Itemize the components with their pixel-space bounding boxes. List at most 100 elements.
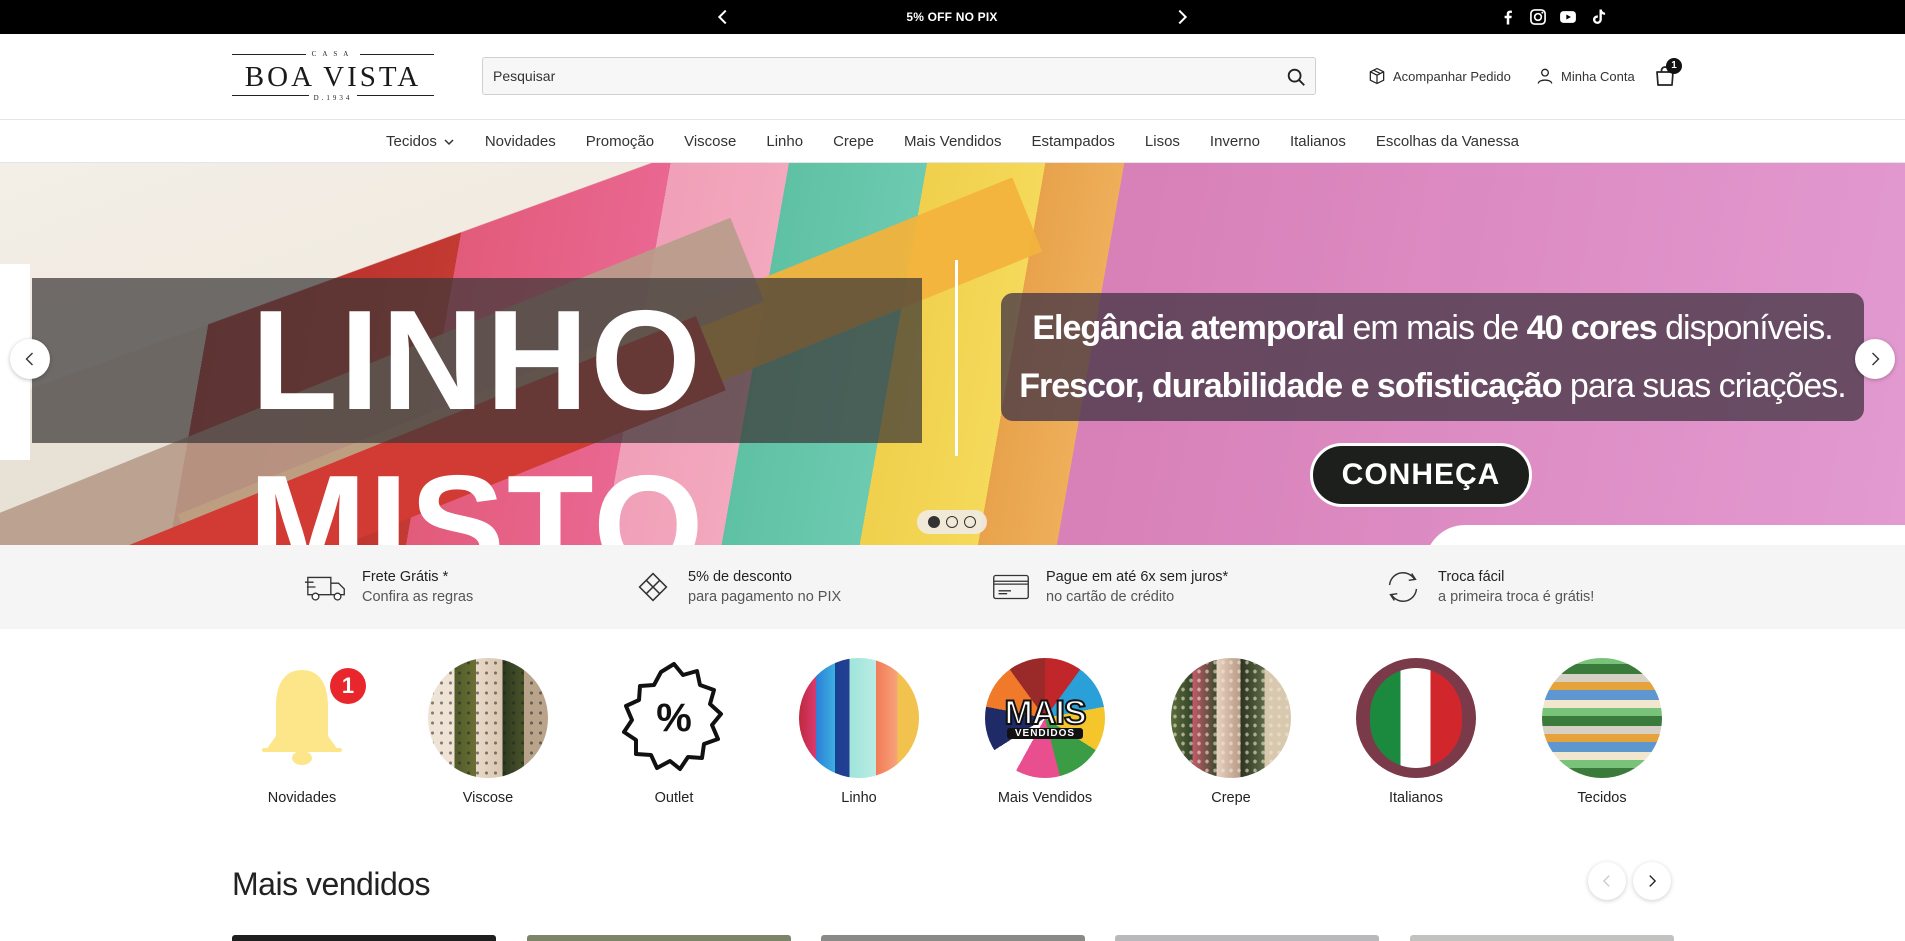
tiktok-icon[interactable] [1588, 7, 1608, 27]
box-icon [1369, 67, 1385, 85]
search-input[interactable] [493, 58, 1273, 94]
percent-badge-icon: % [614, 658, 734, 778]
hero-dot-1[interactable] [928, 516, 940, 528]
category-tecidos[interactable]: Tecidos [1522, 658, 1682, 806]
hero-cta-button[interactable]: CONHEÇA [1310, 443, 1532, 507]
category-image: MAIS VENDIDOS [985, 658, 1105, 778]
chevron-left-icon [25, 352, 33, 366]
category-crepe[interactable]: Crepe [1151, 658, 1311, 806]
product-card[interactable] [1115, 935, 1379, 941]
chevron-down-icon [444, 138, 454, 145]
announcement-next-icon[interactable] [1171, 6, 1193, 28]
product-card[interactable] [821, 935, 1085, 941]
nav-item-viscose[interactable]: Viscose [669, 133, 751, 150]
pix-icon [638, 572, 668, 602]
exchange-icon [1388, 572, 1418, 602]
benefit-title: 5% de desconto [688, 569, 792, 585]
notification-badge: 1 [330, 668, 366, 704]
category-image [428, 658, 548, 778]
cart-count-badge: 1 [1666, 58, 1682, 74]
category-mais-vendidos[interactable]: MAIS VENDIDOS Mais Vendidos [965, 658, 1125, 806]
benefit-installments: Pague em até 6x sem juros* no cartão de c… [988, 563, 1228, 611]
nav-item-novidades[interactable]: Novidades [470, 133, 571, 150]
benefit-subtitle: a primeira troca é grátis! [1438, 589, 1595, 605]
account-link[interactable]: Minha Conta [1535, 62, 1635, 90]
category-label: Novidades [267, 790, 337, 806]
hero-divider [955, 260, 958, 456]
benefit-title: Frete Grátis * [362, 569, 449, 585]
main-nav: Tecidos Novidades Promoção Viscose Linho… [0, 121, 1905, 163]
chevron-right-icon [1649, 875, 1657, 887]
facebook-icon[interactable] [1498, 7, 1518, 27]
product-card[interactable] [527, 935, 791, 941]
section-next-button[interactable] [1633, 862, 1671, 900]
credit-card-icon [993, 574, 1029, 600]
product-card[interactable] [1410, 935, 1674, 941]
nav-item-inverno[interactable]: Inverno [1195, 133, 1275, 150]
category-label: Crepe [1211, 790, 1251, 806]
hero-next-button[interactable] [1855, 339, 1895, 379]
bell-icon: 1 [242, 658, 366, 778]
chevron-right-icon [1872, 352, 1880, 366]
search-icon[interactable] [1285, 66, 1307, 88]
category-label: Linho [841, 790, 877, 806]
category-italianos[interactable]: Italianos [1336, 658, 1496, 806]
logo-since: D.1934 [232, 94, 434, 102]
user-icon [1537, 68, 1553, 84]
logo-casa: CASA [232, 50, 434, 58]
hero-tagline-1: Elegância atemporal em mais de 40 cores … [1032, 309, 1833, 347]
nav-item-promocao[interactable]: Promoção [571, 133, 669, 150]
category-image [799, 658, 919, 778]
hero-prev-button[interactable] [10, 339, 50, 379]
category-viscose[interactable]: Viscose [408, 658, 568, 806]
benefit-pix: 5% de desconto para pagamento no PIX [630, 563, 841, 611]
section-title: Mais vendidos [232, 866, 431, 902]
benefit-subtitle: no cartão de crédito [1046, 589, 1175, 605]
site-header: CASA BOA VISTA D.1934 Acompanhar Pedido … [0, 34, 1905, 120]
nav-item-linho[interactable]: Linho [751, 133, 818, 150]
product-card[interactable] [232, 935, 496, 941]
category-carousel: 1 Novidades Viscose % Outlet Linho MAIS … [0, 658, 1905, 808]
category-image [1542, 658, 1662, 778]
vendidos-text: VENDIDOS [1007, 728, 1083, 739]
benefit-free-shipping: Frete Grátis * Confira as regras [304, 563, 473, 611]
category-novidades[interactable]: 1 Novidades [222, 658, 382, 806]
hero-dot-3[interactable] [964, 516, 976, 528]
cart-button[interactable]: 1 [1653, 58, 1682, 88]
announcement-prev-icon[interactable] [712, 6, 734, 28]
hero-swoosh [1425, 525, 1905, 545]
hero-banner[interactable]: LINHO MISTO Elegância atemporal em mais … [0, 163, 1905, 545]
nav-item-tecidos[interactable]: Tecidos [371, 133, 470, 150]
instagram-icon[interactable] [1528, 7, 1548, 27]
category-label: Viscose [462, 790, 514, 806]
nav-item-lisos[interactable]: Lisos [1130, 133, 1195, 150]
nav-item-estampados[interactable]: Estampados [1017, 133, 1130, 150]
benefit-title: Troca fácil [1438, 569, 1505, 585]
section-prev-button[interactable] [1588, 862, 1626, 900]
product-carousel [232, 935, 1674, 941]
youtube-icon[interactable] [1558, 7, 1578, 27]
category-image [1356, 658, 1476, 778]
benefit-exchange: Troca fácil a primeira troca é grátis! [1380, 563, 1594, 611]
category-linho[interactable]: Linho [779, 658, 939, 806]
nav-item-escolhas-da-vanessa[interactable]: Escolhas da Vanessa [1361, 133, 1534, 150]
hero-dot-2[interactable] [946, 516, 958, 528]
category-label: Italianos [1388, 790, 1443, 806]
truck-icon [304, 576, 345, 601]
social-links [1498, 7, 1608, 27]
account-label: Minha Conta [1561, 68, 1635, 84]
track-order-link[interactable]: Acompanhar Pedido [1367, 62, 1511, 90]
hero-title: LINHO MISTO [248, 281, 706, 545]
search-bar [482, 57, 1316, 95]
announcement-bar: 5% OFF NO PIX [0, 0, 1905, 34]
category-label: Mais Vendidos [997, 790, 1093, 806]
category-image [1171, 658, 1291, 778]
category-outlet[interactable]: % Outlet [594, 658, 754, 806]
benefit-title: Pague em até 6x sem juros* [1046, 569, 1229, 585]
nav-item-mais-vendidos[interactable]: Mais Vendidos [889, 133, 1017, 150]
nav-item-crepe[interactable]: Crepe [818, 133, 889, 150]
logo[interactable]: CASA BOA VISTA D.1934 [232, 50, 434, 102]
chevron-left-icon [1602, 875, 1610, 887]
nav-item-italianos[interactable]: Italianos [1275, 133, 1361, 150]
logo-name: BOA VISTA [244, 61, 422, 93]
